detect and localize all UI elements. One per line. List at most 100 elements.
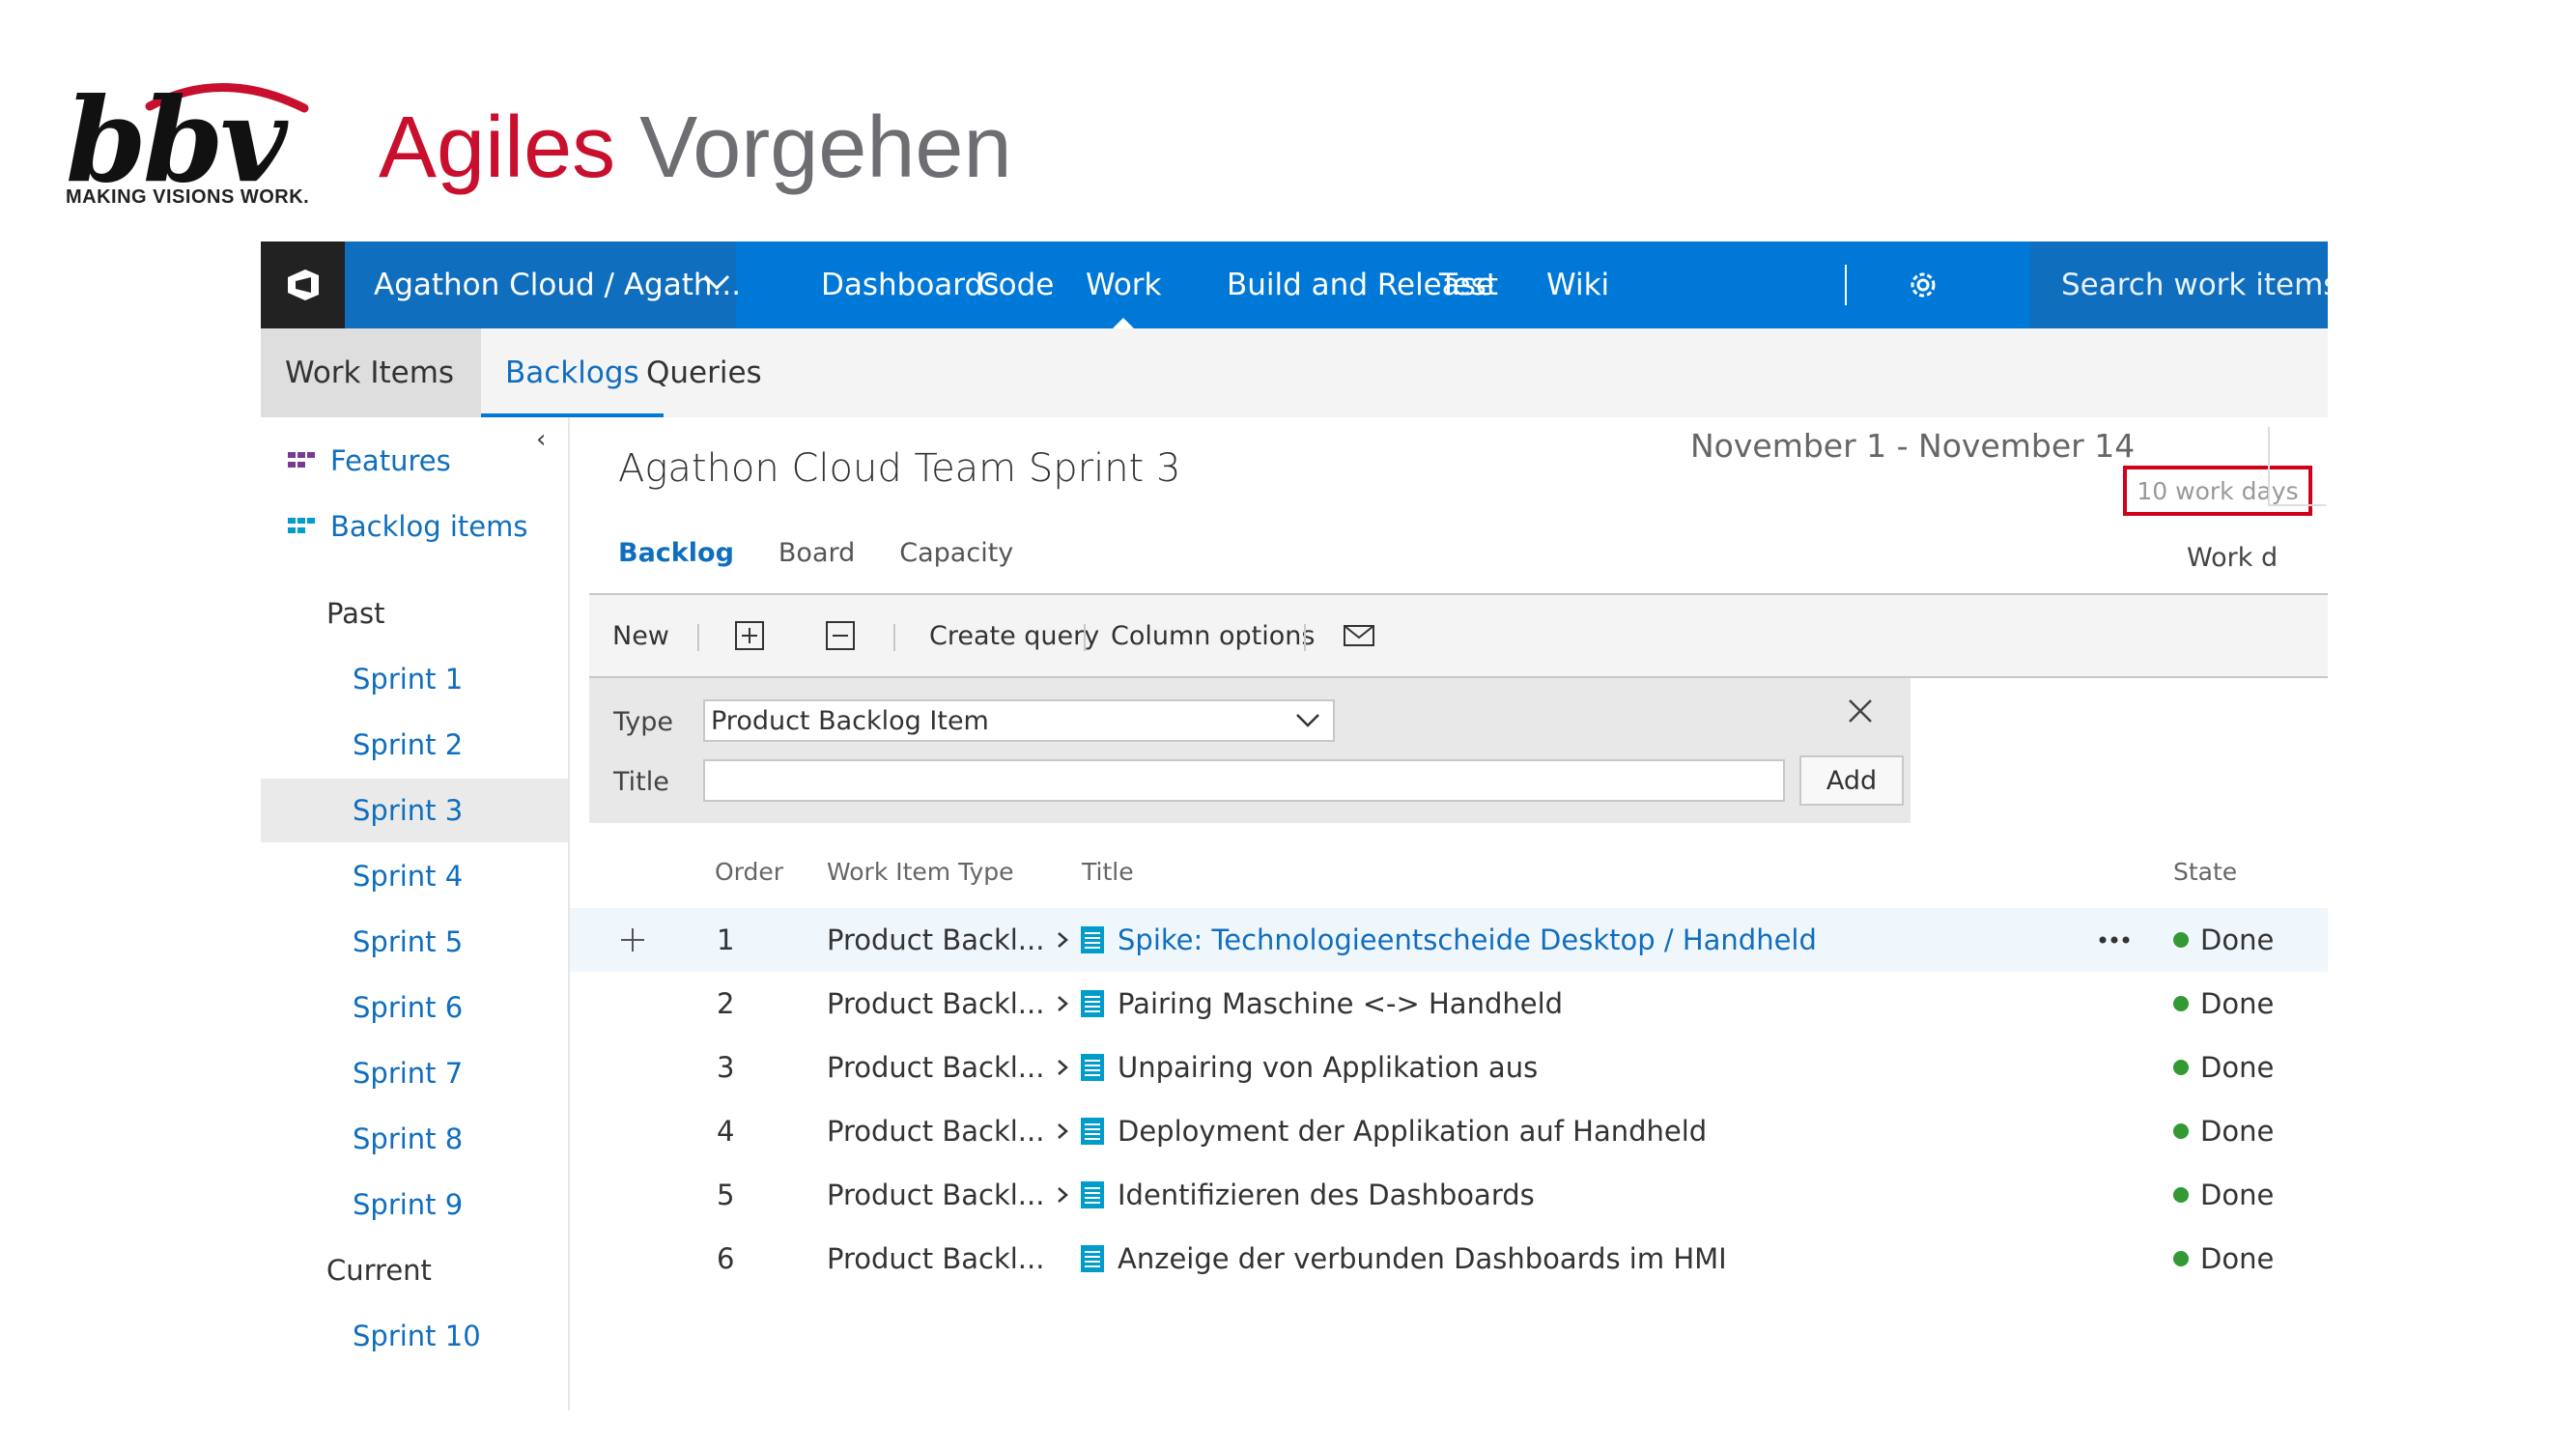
expand-all-icon <box>735 621 764 650</box>
collapse-all-icon <box>826 621 855 650</box>
plus-icon[interactable] <box>618 908 647 972</box>
row-work-item-type: Product Backl... <box>827 1051 1045 1084</box>
table-row[interactable]: 3 Product Backl... Unpairing von Applikati… <box>570 1036 2328 1099</box>
sidebar-item-sprint-7[interactable]: Sprint 7 <box>261 1041 568 1105</box>
table-row[interactable]: 1 Product Backl... Spike: Technologieentsc… <box>570 908 2328 972</box>
vsts-logo-icon[interactable] <box>261 242 345 328</box>
nav-code[interactable]: Code <box>977 242 1054 328</box>
nav-work[interactable]: Work <box>1086 242 1162 328</box>
column-title[interactable]: Title <box>1082 858 1134 886</box>
backlog-sidebar: ‹ Features Backlog items Past Sprint 1 S… <box>261 417 570 1410</box>
row-state-label: Done <box>2200 1115 2275 1148</box>
pivot-board[interactable]: Board <box>778 538 855 568</box>
state-done-icon <box>2173 1187 2189 1203</box>
azure-devops-screenshot: Agathon Cloud / Agath... Dashboards Code… <box>261 242 2328 1410</box>
row-title[interactable]: Spike: Technologieentscheide Desktop / H… <box>1118 908 1817 972</box>
sidebar-item-sprint-9[interactable]: Sprint 9 <box>261 1173 568 1236</box>
type-label: Type <box>613 707 674 737</box>
row-work-item-type: Product Backl... <box>827 923 1045 956</box>
table-row[interactable]: 6 Product Backl... Anzeige der verbunden D… <box>570 1227 2328 1291</box>
gear-icon[interactable] <box>1905 267 1941 303</box>
sidebar-item-features[interactable]: Features <box>261 429 568 493</box>
search-work-items-input[interactable]: Search work items i <box>2030 242 2328 328</box>
chevron-right-icon[interactable] <box>1055 1099 1070 1163</box>
expand-all-button[interactable] <box>734 595 765 676</box>
slide-title-part2: Vorgehen <box>639 99 1012 196</box>
slide-title-part1: Agiles <box>379 99 616 196</box>
chevron-right-icon[interactable] <box>1055 908 1070 972</box>
nav-test[interactable]: Test <box>1439 242 1498 328</box>
row-title[interactable]: Pairing Maschine <-> Handheld <box>1118 972 1563 1036</box>
sidebar-item-sprint-1[interactable]: Sprint 1 <box>261 647 568 711</box>
backlog-table-header: Order Work Item Type Title State <box>570 850 2328 893</box>
column-options-button[interactable]: Column options <box>1111 595 1315 676</box>
collapse-all-button[interactable] <box>825 595 856 676</box>
chevron-down-icon <box>1296 714 1319 727</box>
chevron-right-icon[interactable] <box>1055 1163 1070 1227</box>
sidebar-item-backlog-items[interactable]: Backlog items <box>261 495 568 558</box>
row-work-item-type: Product Backl... <box>827 1115 1045 1148</box>
column-state[interactable]: State <box>2173 858 2237 886</box>
add-item-panel: Type Product Backlog Item Title Add <box>589 678 1911 823</box>
row-state-label: Done <box>2200 1051 2275 1084</box>
backlog-item-icon <box>1080 972 1105 1036</box>
sidebar-item-sprint-10[interactable]: Sprint 10 <box>261 1304 568 1368</box>
backlog-item-icon <box>1080 1036 1105 1099</box>
state-done-icon <box>2173 932 2189 948</box>
title-input[interactable] <box>703 759 1785 802</box>
sprint-dates: November 1 - November 14 <box>1690 427 2136 465</box>
backlog-toolbar: New Create query Column options <box>589 595 2328 678</box>
sidebar-item-sprint-3[interactable]: Sprint 3 <box>261 779 568 842</box>
nav-wiki[interactable]: Wiki <box>1546 242 1609 328</box>
work-details-label[interactable]: Work d <box>2187 543 2278 573</box>
row-order: 6 <box>717 1242 735 1275</box>
sidebar-item-sprint-5[interactable]: Sprint 5 <box>261 910 568 974</box>
email-button[interactable] <box>1343 595 1375 676</box>
sidebar-item-sprint-2[interactable]: Sprint 2 <box>261 713 568 777</box>
project-selector[interactable]: Agathon Cloud / Agath... <box>345 242 741 328</box>
tab-work-items[interactable]: Work Items <box>261 328 481 417</box>
sidebar-item-sprint-4[interactable]: Sprint 4 <box>261 844 568 908</box>
backlog-pivots: Backlog Board Capacity <box>618 538 1058 568</box>
column-order[interactable]: Order <box>715 858 783 886</box>
row-work-item-type: Product Backl... <box>827 1242 1045 1275</box>
row-state: Done <box>2173 972 2274 1036</box>
mail-icon <box>1344 625 1374 646</box>
logo-tagline: MAKING VISIONS WORK. <box>66 186 310 208</box>
create-query-button[interactable]: Create query <box>929 595 1099 676</box>
sidebar-item-sprint-8[interactable]: Sprint 8 <box>261 1107 568 1171</box>
row-state: Done <box>2173 908 2274 972</box>
sprint-title: Agathon Cloud Team Sprint 3 <box>618 446 1181 491</box>
table-row[interactable]: 2 Product Backl... Pairing Maschine <-> Ha… <box>570 972 2328 1036</box>
table-row[interactable]: 5 Product Backl... Identifizieren des Dash… <box>570 1163 2328 1227</box>
tab-queries[interactable]: Queries <box>622 328 786 417</box>
nav-dashboards[interactable]: Dashboards <box>821 242 999 328</box>
row-title[interactable]: Anzeige der verbunden Dashboards im HMI <box>1118 1227 1727 1291</box>
row-work-item-type: Product Backl... <box>827 1179 1045 1211</box>
sidebar-group-current: Current <box>326 1254 432 1287</box>
row-state: Done <box>2173 1227 2274 1291</box>
pivot-capacity[interactable]: Capacity <box>899 538 1013 568</box>
work-item-type-select[interactable]: Product Backlog Item <box>703 699 1335 742</box>
backlog-item-icon <box>1080 1099 1105 1163</box>
add-button[interactable]: Add <box>1799 755 1904 806</box>
pivot-backlog[interactable]: Backlog <box>618 538 734 568</box>
close-icon[interactable] <box>1845 696 1876 726</box>
row-title[interactable]: Identifizieren des Dashboards <box>1118 1163 1535 1227</box>
sidebar-item-sprint-6[interactable]: Sprint 6 <box>261 976 568 1039</box>
row-order: 3 <box>717 1051 735 1084</box>
row-title[interactable]: Unpairing von Applikation aus <box>1118 1036 1538 1099</box>
toolbar-separator <box>893 624 895 651</box>
state-done-icon <box>2173 996 2189 1011</box>
row-title[interactable]: Deployment der Applikation auf Handheld <box>1118 1099 1707 1163</box>
new-button[interactable]: New <box>612 595 669 676</box>
chevron-right-icon[interactable] <box>1055 972 1070 1036</box>
table-row[interactable]: 4 Product Backl... Deployment der Applikat… <box>570 1099 2328 1163</box>
row-work-item-type: Product Backl... <box>827 987 1045 1020</box>
chevron-right-icon[interactable] <box>1055 1036 1070 1099</box>
more-actions-icon[interactable] <box>2098 908 2131 972</box>
column-work-item-type[interactable]: Work Item Type <box>827 858 1014 886</box>
row-state-label: Done <box>2200 923 2275 956</box>
features-icon <box>288 452 315 468</box>
row-state-label: Done <box>2200 1179 2275 1211</box>
